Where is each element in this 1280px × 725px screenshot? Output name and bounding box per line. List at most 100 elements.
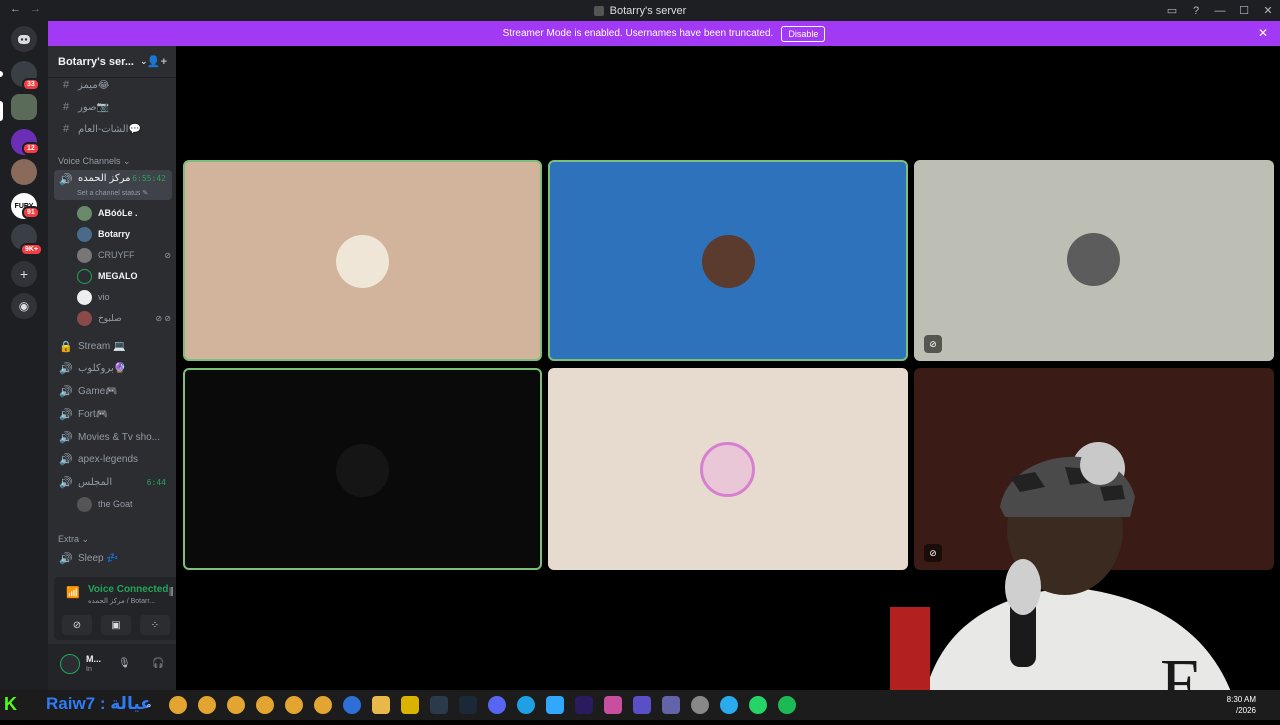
webcam-overlay: E [860,437,1280,723]
voice-user[interactable]: Botarry [77,224,171,244]
avatar [77,205,92,221]
server-avatar-4[interactable] [11,159,37,185]
streamer-name-overlay: Raiw7 : عيالة [46,694,152,713]
channel-label: Fort🎮 [78,408,109,420]
mention-badge: 33 [22,78,40,91]
avatar[interactable] [60,654,80,674]
chrome-icon[interactable] [256,696,274,714]
close-icon[interactable]: ✕ [1258,26,1268,40]
voice-connected-panel: 📶 Voice Connected مركز الحمده / Botarr..… [54,577,176,640]
voice-user[interactable]: CRUYFF ⊘ [77,245,171,265]
help-icon[interactable]: ? [1184,0,1208,21]
mention-badge: 12 [22,142,40,155]
terminal-icon[interactable] [430,696,448,714]
user-name: M... [86,654,101,664]
teams-icon[interactable] [662,696,680,714]
voice-user-name: vio [98,292,110,302]
forward-arrow-icon[interactable]: → [30,3,41,15]
search-icon[interactable]: ⌕ [140,696,158,714]
window-title-text: Botarry's server [609,4,687,17]
server-avatar-botarry[interactable] [11,94,37,120]
speaker-icon: 🔊 [59,431,73,444]
chrome-icon[interactable] [314,696,332,714]
voice-channel[interactable]: 🔊 apex-legends [54,449,172,469]
avatar [77,289,92,305]
channel-status[interactable]: Set a channel status ✎ [77,189,148,197]
user-status: In [86,666,92,673]
channel-label: Game🎮 [78,385,118,397]
back-arrow-icon[interactable]: ← [10,3,21,15]
spotify-icon[interactable] [778,696,796,714]
voice-channel[interactable]: 🔊 المجلس 6:44 [54,472,172,492]
hash-icon: # [62,79,70,91]
voice-channel[interactable]: 🔊 Fort🎮 [54,404,172,424]
avatar [702,235,755,288]
screen-share-button[interactable]: ▣ [101,615,131,635]
lock-speaker-icon: 🔒 [59,340,73,353]
voice-channels-header[interactable]: Voice Channels ⌄ [58,156,131,167]
speaker-icon: 🔊 [59,476,73,489]
inbox-icon[interactable]: ▭ [1160,0,1184,21]
text-channel[interactable]: # الشات-العام💬 [54,119,172,139]
server-icon [593,5,604,16]
participant-tile[interactable] [548,368,908,570]
whatsapp-icon[interactable] [749,696,767,714]
edge-icon[interactable] [343,696,361,714]
file-explorer-icon[interactable] [372,696,390,714]
app-icon[interactable] [691,696,709,714]
voice-user[interactable]: MEGALO [77,266,171,286]
maximize-button[interactable]: ☐ [1232,0,1256,21]
noise-suppression-icon[interactable]: ⫼ [169,587,174,598]
participant-tile[interactable] [548,160,908,361]
voice-channel[interactable]: 🔊 Game🎮 [54,381,172,401]
chrome-icon[interactable] [285,696,303,714]
muted-icon: ⊘ [924,335,942,353]
avatar [336,444,389,497]
text-channel[interactable]: # ميمز😂 [54,75,172,95]
voice-user[interactable]: vio [77,287,171,307]
telegram-icon[interactable] [720,696,738,714]
voice-user[interactable]: ABóóLe . [77,203,171,223]
activities-button[interactable]: ⁘ [140,615,170,635]
participant-tile[interactable]: ⊘ [914,160,1274,361]
voice-channel[interactable]: 🔊 بروكلوب🔮 [54,358,172,378]
window-controls: ▭ ? — ☐ ✕ [1160,0,1280,21]
voice-channel[interactable]: 🔒 Stream 💻 [54,336,172,356]
text-channel[interactable]: # صور📷 [54,97,172,117]
photoshop-icon[interactable] [546,696,564,714]
close-window-button[interactable]: ✕ [1256,0,1280,21]
app-icon[interactable] [604,696,622,714]
minimize-button[interactable]: — [1208,0,1232,21]
invite-icon[interactable]: 👤+ [147,55,167,68]
participant-tile[interactable] [183,160,542,361]
voice-connected-subtitle[interactable]: مركز الحمده / Botarr... [88,597,155,605]
premiere-icon[interactable] [575,696,593,714]
voice-channel[interactable]: 🔊 Sleep 💤 [54,548,172,568]
voice-user[interactable]: the Goat [77,494,171,514]
clock-time: 8:30 AM [1226,695,1256,704]
headphones-icon[interactable]: 🎧 [152,658,164,669]
chrome-icon[interactable] [198,696,216,714]
discord-home-icon[interactable] [11,26,37,52]
chrome-icon[interactable] [227,696,245,714]
server-header[interactable]: Botarry's ser... ⌄ 👤+ [48,46,176,78]
chrome-icon[interactable] [169,696,187,714]
mention-badge: 91 [22,206,40,219]
discord-icon[interactable] [488,696,506,714]
clock[interactable]: 8:30 AM /2026 [1227,694,1256,716]
app-icon[interactable] [633,696,651,714]
steam-icon[interactable] [459,696,477,714]
participant-tile[interactable] [183,368,542,570]
sticky-app-icon[interactable] [401,696,419,714]
voice-channel[interactable]: 🔊 Movies & Tv sho... [54,427,172,447]
microphone-icon[interactable]: 🎙 [118,658,131,669]
discover-icon[interactable]: ◉ [11,293,37,319]
signal-icon[interactable]: 📶 [66,586,80,599]
extra-section-header[interactable]: Extra ⌄ [58,534,89,545]
add-server-icon[interactable]: + [11,261,37,287]
voice-user[interactable]: صلبوخ ⊘ ⊘ [77,308,171,328]
window-title: Botarry's server [593,4,687,17]
app-icon[interactable] [517,696,535,714]
camera-off-button[interactable]: ⊘ [62,615,92,635]
disable-button[interactable]: Disable [781,25,826,42]
